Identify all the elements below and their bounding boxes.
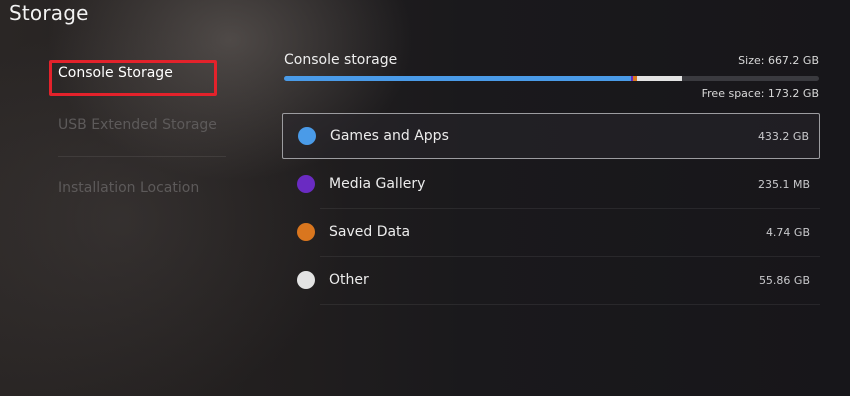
purple-dot-icon	[297, 175, 315, 193]
list-item-saved-data[interactable]: Saved Data 4.74 GB	[282, 209, 820, 255]
page-title: Storage	[9, 1, 89, 25]
list-item-label: Games and Apps	[330, 128, 449, 144]
bar-segment-games-and-apps	[284, 76, 632, 81]
list-item-size: 235.1 MB	[757, 177, 810, 191]
storage-size-label: Size: 667.2 GB	[738, 54, 819, 67]
list-item-size: 4.74 GB	[765, 225, 810, 239]
list-item-size: 433.2 GB	[757, 129, 809, 143]
sidebar-item-installation-location[interactable]: Installation Location	[58, 180, 199, 196]
bar-segment-other	[637, 76, 682, 81]
white-dot-icon	[297, 271, 315, 289]
list-item-games-and-apps[interactable]: Games and Apps 433.2 GB	[282, 113, 820, 159]
list-item-label: Media Gallery	[329, 176, 426, 192]
storage-title: Console storage	[284, 52, 398, 68]
sidebar-divider	[58, 156, 226, 157]
storage-usage-bar	[284, 76, 819, 81]
sidebar-item-console-storage[interactable]: Console Storage	[58, 65, 173, 81]
list-item-size: 55.86 GB	[758, 273, 810, 287]
list-item-label: Other	[329, 272, 369, 288]
list-item-media-gallery[interactable]: Media Gallery 235.1 MB	[282, 161, 820, 207]
list-item-other[interactable]: Other 55.86 GB	[282, 257, 820, 303]
list-item-label: Saved Data	[329, 224, 411, 240]
sidebar-item-usb-extended-storage[interactable]: USB Extended Storage	[58, 117, 217, 133]
free-space-label: Free space: 173.2 GB	[701, 87, 819, 100]
orange-dot-icon	[297, 223, 315, 241]
blue-dot-icon	[298, 127, 316, 145]
list-divider	[320, 304, 820, 305]
